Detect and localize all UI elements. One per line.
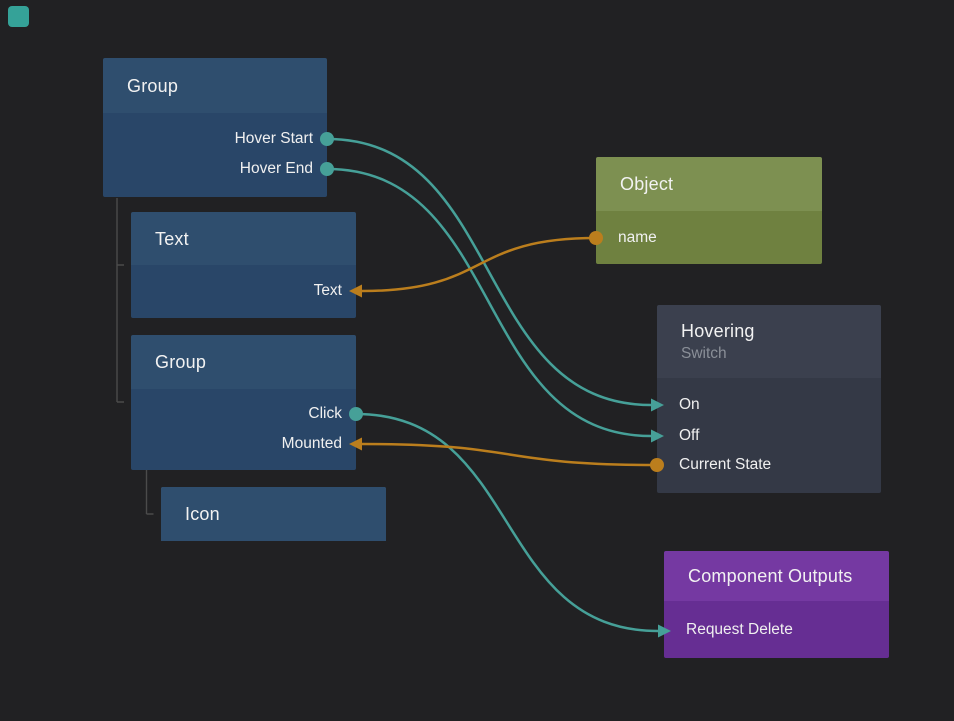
- node-outputs-1-header[interactable]: Component Outputs: [664, 551, 889, 601]
- node-graph-canvas[interactable]: Group Hover StartHover End Text Text Group Cl…: [0, 0, 954, 721]
- port-hover-end[interactable]: Hover End: [103, 154, 327, 184]
- node-title: Hovering: [681, 320, 881, 342]
- tree-connector: [117, 198, 124, 402]
- port-name[interactable]: name: [596, 223, 822, 253]
- port-off[interactable]: Off: [657, 421, 881, 451]
- node-group-1[interactable]: Group Hover StartHover End: [103, 58, 327, 197]
- node-title: Group: [155, 351, 356, 373]
- port-request-delete[interactable]: Request Delete: [664, 615, 889, 645]
- node-group-2[interactable]: Group ClickMounted: [131, 335, 356, 470]
- port-text[interactable]: Text: [131, 276, 356, 306]
- node-text-1-header[interactable]: Text: [131, 212, 356, 265]
- port-hover-start[interactable]: Hover Start: [103, 124, 327, 154]
- node-title: Component Outputs: [688, 565, 889, 587]
- node-group-2-header[interactable]: Group: [131, 335, 356, 389]
- selection-indicator: [8, 6, 29, 27]
- node-text-1[interactable]: Text Text: [131, 212, 356, 318]
- node-subtitle: Switch: [681, 344, 881, 364]
- node-icon-1-header[interactable]: Icon: [161, 487, 386, 541]
- node-hovering-1[interactable]: HoveringSwitch OnOffCurrent State: [657, 305, 881, 493]
- node-icon-1[interactable]: Icon: [161, 487, 386, 541]
- node-outputs-1[interactable]: Component Outputs Request Delete: [664, 551, 889, 658]
- port-on[interactable]: On: [657, 390, 881, 420]
- node-title: Text: [155, 228, 356, 250]
- port-current-state[interactable]: Current State: [657, 450, 881, 480]
- port-click[interactable]: Click: [131, 399, 356, 429]
- wire-click-to-request-delete[interactable]: [356, 414, 658, 631]
- node-title: Object: [620, 173, 822, 195]
- node-object-1-header[interactable]: Object: [596, 157, 822, 211]
- node-title: Group: [127, 75, 327, 97]
- node-group-1-header[interactable]: Group: [103, 58, 327, 113]
- wire-name-to-text[interactable]: [362, 238, 596, 291]
- node-title: Icon: [185, 503, 386, 525]
- node-hovering-1-header[interactable]: HoveringSwitch: [657, 305, 881, 378]
- wire-current-state-to-mounted[interactable]: [362, 444, 657, 465]
- port-mounted[interactable]: Mounted: [131, 429, 356, 459]
- node-object-1[interactable]: Object name: [596, 157, 822, 264]
- tree-connector: [147, 470, 154, 514]
